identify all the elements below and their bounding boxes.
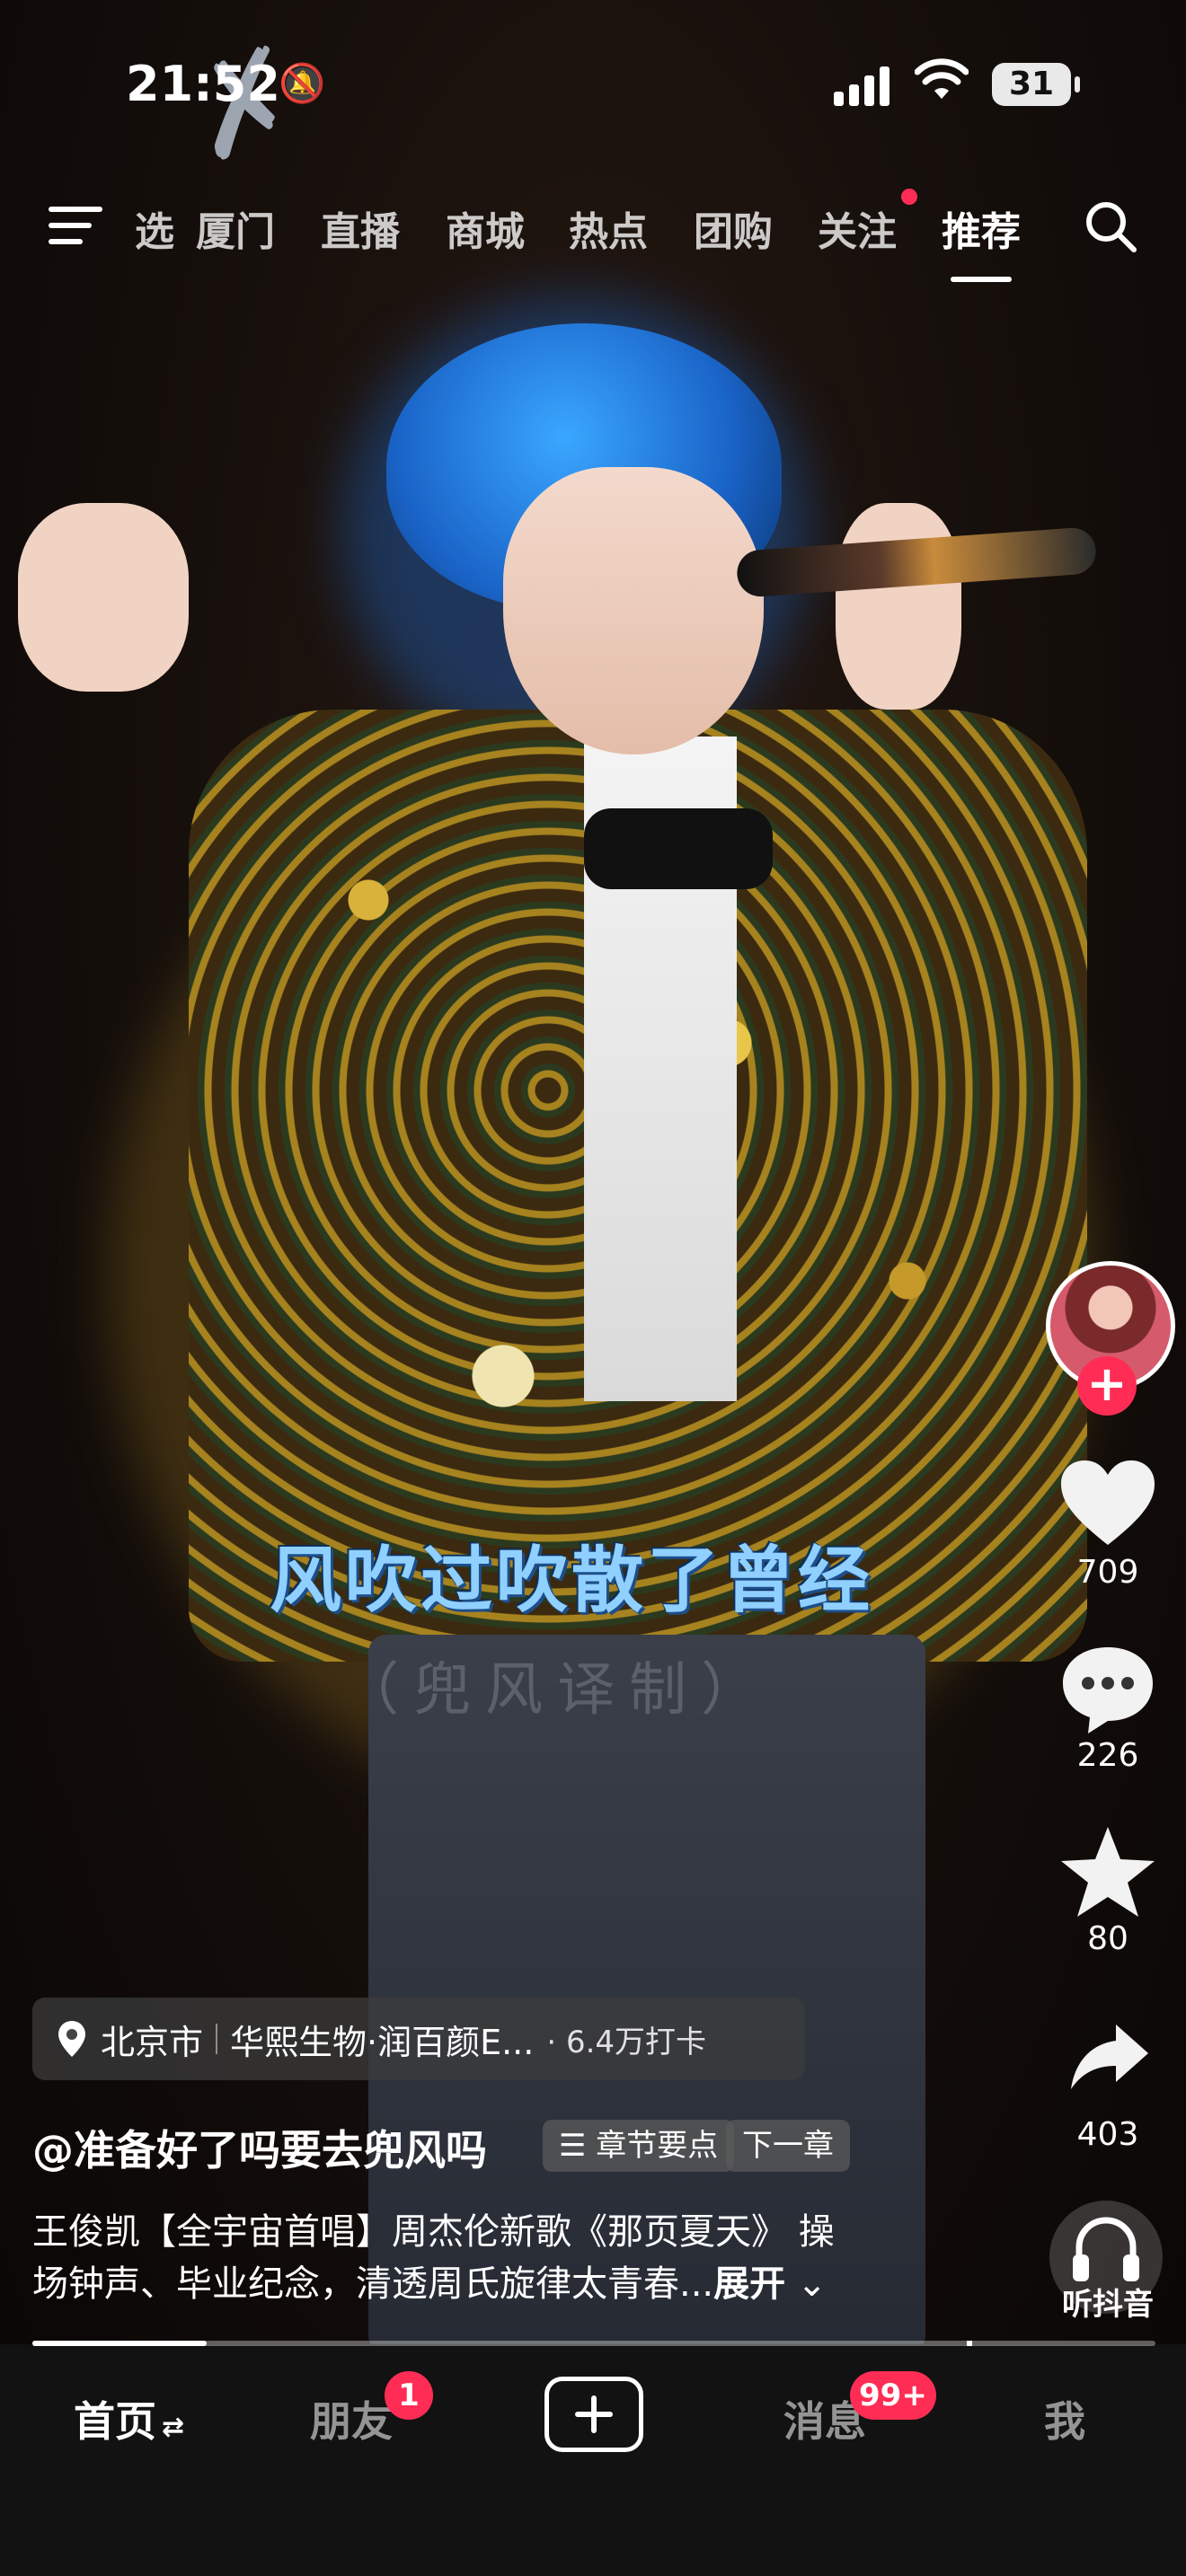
description-text: 场钟声、毕业纪念，清透周氏旋律太青春... <box>32 2263 714 2305</box>
heart-icon[interactable] <box>1056 1455 1160 1554</box>
location-poi: 华熙生物·润百颜E... <box>230 2022 535 2062</box>
performer-hand <box>18 503 189 692</box>
status-bar: 21:52 🔕 31 <box>0 0 1186 171</box>
star-icon[interactable] <box>1056 1823 1160 1922</box>
location-chip[interactable]: 北京市 华熙生物·润百颜E... · 6.4万打卡 <box>32 1998 805 2080</box>
follow-button[interactable]: + <box>1077 1356 1137 1416</box>
tab-partial[interactable]: 选 <box>135 199 174 257</box>
video-player[interactable]: ✗ 风吹过吹散了曾经 （兜风译制） <box>0 0 1186 2344</box>
create-button[interactable] <box>544 2377 643 2452</box>
following-dot <box>901 189 917 205</box>
video-progress-bar[interactable] <box>32 2341 1155 2346</box>
comment-count: 226 <box>1076 1737 1139 1774</box>
description-line: 场钟声、毕业纪念，清透周氏旋律太青春...展开 ⌄ <box>32 2258 931 2310</box>
author-handle[interactable]: @准备好了吗要去兜风吗 <box>32 2118 487 2177</box>
post-description: 王俊凯【全宇宙首唱】周杰伦新歌《那页夏天》 操 场钟声、毕业纪念，清透周氏旋律太… <box>32 2206 931 2310</box>
messages-badge: 99+ <box>850 2371 936 2420</box>
silent-bell-icon: 🔕 <box>279 61 326 105</box>
tab-xiamen[interactable]: 厦门 <box>196 199 275 257</box>
tab-following[interactable]: 关注 <box>818 199 897 257</box>
location-city: 北京市 <box>101 2022 204 2062</box>
cellular-signal-icon <box>834 63 897 106</box>
chevron-down-icon: ⌄ <box>785 2263 828 2305</box>
location-pin-icon <box>58 2021 85 2057</box>
tab-mall[interactable]: 商城 <box>446 199 525 257</box>
performer-face <box>503 467 764 754</box>
performer-hand <box>836 503 961 710</box>
chapters-button[interactable]: ☰ 章节要点 <box>543 2120 735 2172</box>
list-icon: ☰ <box>559 2128 597 2164</box>
share-icon[interactable] <box>1069 2021 1150 2093</box>
video-subtitle: 风吹过吹散了曾经 <box>270 1539 873 1622</box>
battery-indicator: 31 <box>992 63 1080 106</box>
swap-icon: ⇄ <box>162 2412 185 2443</box>
like-count: 709 <box>1076 1554 1139 1591</box>
divider <box>216 2024 218 2054</box>
description-line: 王俊凯【全宇宙首唱】周杰伦新歌《那页夏天》 操 <box>32 2211 835 2253</box>
video-watermark: （兜风译制） <box>341 1657 773 1724</box>
progress-fill <box>32 2341 207 2346</box>
performer-bow <box>584 808 773 889</box>
favorite-count: 80 <box>1087 1920 1128 1957</box>
listen-label: 听抖音 <box>1062 2287 1154 2323</box>
tab-recommended[interactable]: 推荐 <box>942 199 1021 282</box>
friends-badge: 1 <box>385 2371 433 2420</box>
status-time: 21:52 <box>126 56 280 112</box>
chapters-label: 章节要点 <box>596 2128 719 2164</box>
tab-live[interactable]: 直播 <box>321 199 400 257</box>
tab-home[interactable]: 首页 ⇄ <box>74 2389 184 2448</box>
menu-icon[interactable] <box>49 203 102 248</box>
tab-home-label: 首页 <box>74 2397 156 2446</box>
next-chapter-button[interactable]: 下一章 <box>726 2120 850 2172</box>
share-count: 403 <box>1076 2116 1139 2153</box>
tab-hot[interactable]: 热点 <box>569 199 648 257</box>
tab-group-buy[interactable]: 团购 <box>694 199 773 257</box>
tab-friends[interactable]: 朋友 <box>310 2389 393 2448</box>
chapter-marker <box>185 2341 190 2346</box>
search-icon[interactable] <box>1084 199 1137 253</box>
tab-me[interactable]: 我 <box>1044 2389 1085 2448</box>
chapter-marker <box>967 2341 972 2346</box>
checkin-count: · 6.4万打卡 <box>546 2024 707 2060</box>
expand-button[interactable]: 展开 <box>713 2263 785 2305</box>
app-screen: ✗ 风吹过吹散了曾经 （兜风译制） 21:52 🔕 31 选 厦门 直播 商城 <box>0 0 1186 2576</box>
comment-icon[interactable] <box>1056 1640 1160 1739</box>
wifi-icon <box>915 58 969 99</box>
